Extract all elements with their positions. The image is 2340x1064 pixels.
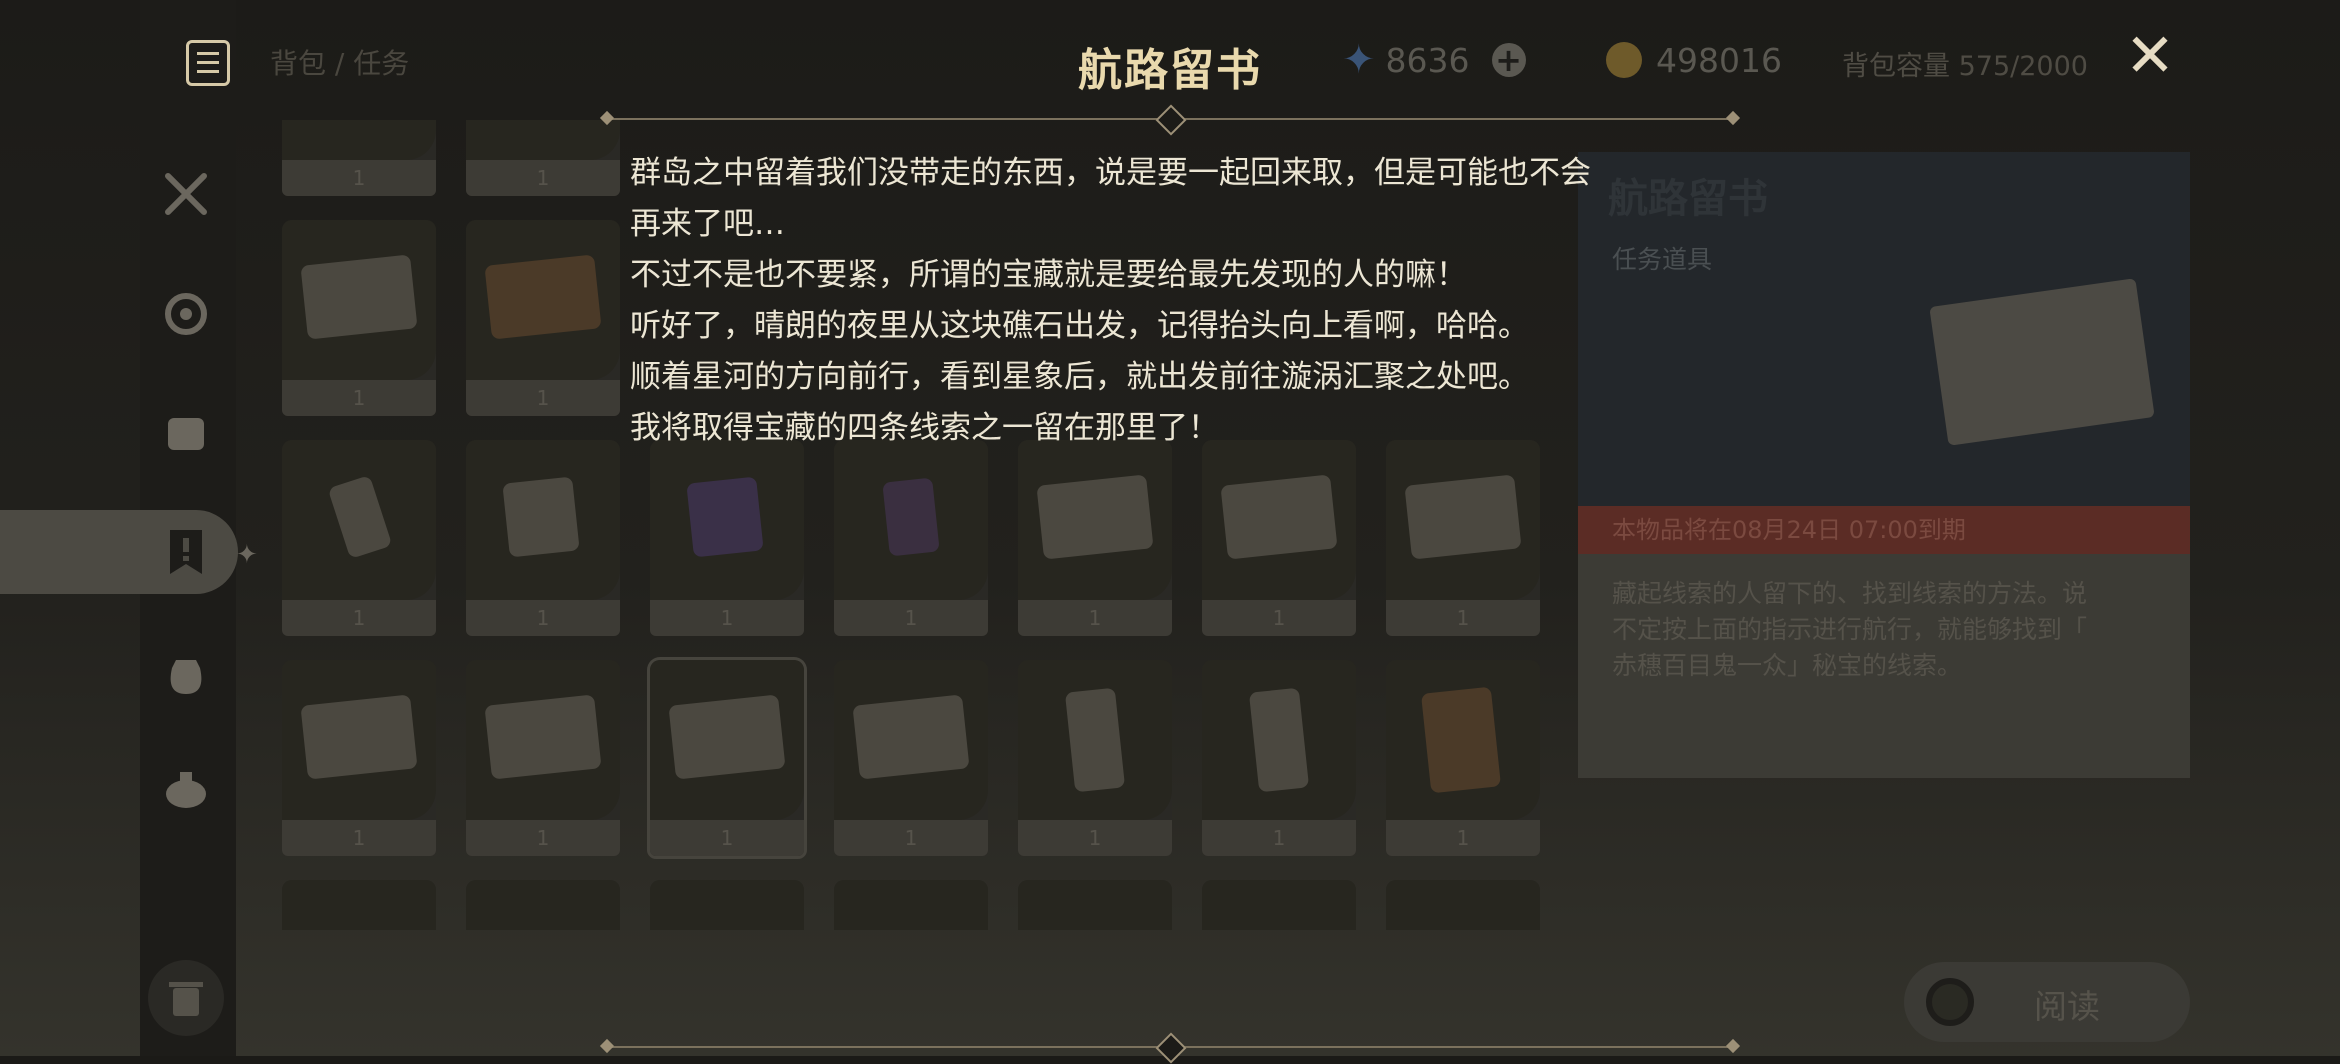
primogem-value: 8636 — [1385, 40, 1470, 80]
item-count: 1 — [1018, 600, 1172, 636]
item-count: 1 — [834, 600, 988, 636]
item-cell[interactable]: 1 — [1386, 440, 1540, 636]
item-cell[interactable] — [1386, 880, 1540, 930]
item-cell[interactable]: 1 — [282, 440, 436, 636]
item-count: 1 — [1386, 600, 1540, 636]
button-ring-icon — [1926, 978, 1974, 1026]
read-button-label: 阅读 — [2034, 987, 2100, 1026]
item-image — [1929, 278, 2155, 446]
divider-top — [599, 104, 1741, 136]
item-count: 1 — [466, 380, 620, 416]
item-count: 1 — [650, 820, 804, 856]
item-count: 1 — [282, 820, 436, 856]
item-cell[interactable] — [282, 880, 436, 930]
material-icon[interactable] — [148, 396, 224, 472]
inventory-capacity: 背包容量 575/2000 — [1842, 51, 2088, 82]
item-count: 1 — [650, 600, 804, 636]
item-cell[interactable] — [650, 880, 804, 930]
item-count: 1 — [1386, 820, 1540, 856]
item-cell[interactable]: 1 — [1018, 660, 1172, 856]
artifact-icon[interactable] — [148, 276, 224, 352]
item-count: 1 — [282, 600, 436, 636]
item-cell[interactable]: 1 — [282, 120, 436, 196]
story-text: 群岛之中留着我们没带走的东西，说是要一起回来取，但是可能也不会 再来了吧… 不过… — [630, 148, 1730, 454]
item-cell[interactable]: 1 — [650, 440, 804, 636]
trash-icon[interactable] — [148, 960, 224, 1036]
divider-bottom — [599, 1032, 1741, 1064]
item-cell[interactable] — [834, 880, 988, 930]
story-line: 我将取得宝藏的四条线索之一留在那里了！ — [630, 410, 1219, 446]
weapon-icon[interactable] — [148, 156, 224, 232]
description-line: 藏起线索的人留下的、找到线索的方法。说 — [1612, 579, 2088, 608]
read-button[interactable]: 阅读 — [1904, 962, 2190, 1042]
item-cell[interactable] — [1018, 880, 1172, 930]
description-line: 不定按上面的指示进行航行，就能够找到「 — [1612, 615, 2088, 644]
item-cell[interactable]: 1 — [466, 440, 620, 636]
plus-icon[interactable]: + — [1491, 43, 1526, 77]
item-cell[interactable]: 1 — [834, 660, 988, 856]
story-line: 群岛之中留着我们没带走的东西，说是要一起回来取，但是可能也不会 — [630, 155, 1591, 191]
close-icon[interactable]: ✕ — [2120, 26, 2180, 86]
story-line: 顺着星河的方向前行，看到星象后，就出发前往漩涡汇聚之处吧。 — [630, 359, 1529, 395]
precious-icon[interactable] — [148, 636, 224, 712]
mora-counter: 498016 — [1606, 36, 1782, 84]
item-count: 1 — [466, 600, 620, 636]
primogem-counter: ✦ 8636 + — [1342, 36, 1526, 84]
item-count: 1 — [282, 380, 436, 416]
item-cell[interactable]: 1 — [282, 220, 436, 416]
detail-description: 藏起线索的人留下的、找到线索的方法。说 不定按上面的指示进行航行，就能够找到「 … — [1578, 554, 2190, 778]
quest-icon — [170, 530, 202, 574]
item-cell[interactable] — [466, 880, 620, 930]
item-cell[interactable] — [1202, 880, 1356, 930]
item-cell[interactable]: 1 — [466, 220, 620, 416]
item-cell[interactable]: 1 — [1386, 660, 1540, 856]
item-count: 1 — [1202, 600, 1356, 636]
item-cell[interactable]: 1 — [834, 440, 988, 636]
item-count: 1 — [466, 820, 620, 856]
story-line: 再来了吧… — [630, 206, 785, 242]
item-count: 1 — [282, 160, 436, 196]
gadget-icon[interactable] — [148, 752, 224, 828]
item-cell-selected[interactable]: 1 — [650, 660, 804, 856]
item-cell[interactable]: 1 — [466, 120, 620, 196]
item-cell[interactable]: 1 — [282, 660, 436, 856]
item-count: 1 — [1202, 820, 1356, 856]
story-line: 不过不是也不要紧，所谓的宝藏就是要给最先发现的人的嘛！ — [630, 257, 1467, 293]
item-cell[interactable]: 1 — [1202, 440, 1356, 636]
mora-value: 498016 — [1656, 40, 1782, 80]
item-count: 1 — [466, 160, 620, 196]
story-line: 听好了，晴朗的夜里从这块礁石出发，记得抬头向上看啊，哈哈。 — [630, 308, 1529, 344]
item-cell[interactable]: 1 — [1202, 660, 1356, 856]
item-count: 1 — [834, 820, 988, 856]
item-cell[interactable]: 1 — [1018, 440, 1172, 636]
mora-icon — [1606, 42, 1642, 78]
primogem-icon: ✦ — [1342, 37, 1376, 83]
expiry-banner: 本物品将在08月24日 07:00到期 — [1578, 506, 2190, 554]
item-count: 1 — [1018, 820, 1172, 856]
description-line: 赤穗百目鬼一众」秘宝的线索。 — [1612, 651, 1963, 680]
sparkle-icon: ✦ — [236, 540, 258, 570]
sidebar-item-quest[interactable]: ✦ — [0, 510, 258, 594]
item-cell[interactable]: 1 — [466, 660, 620, 856]
